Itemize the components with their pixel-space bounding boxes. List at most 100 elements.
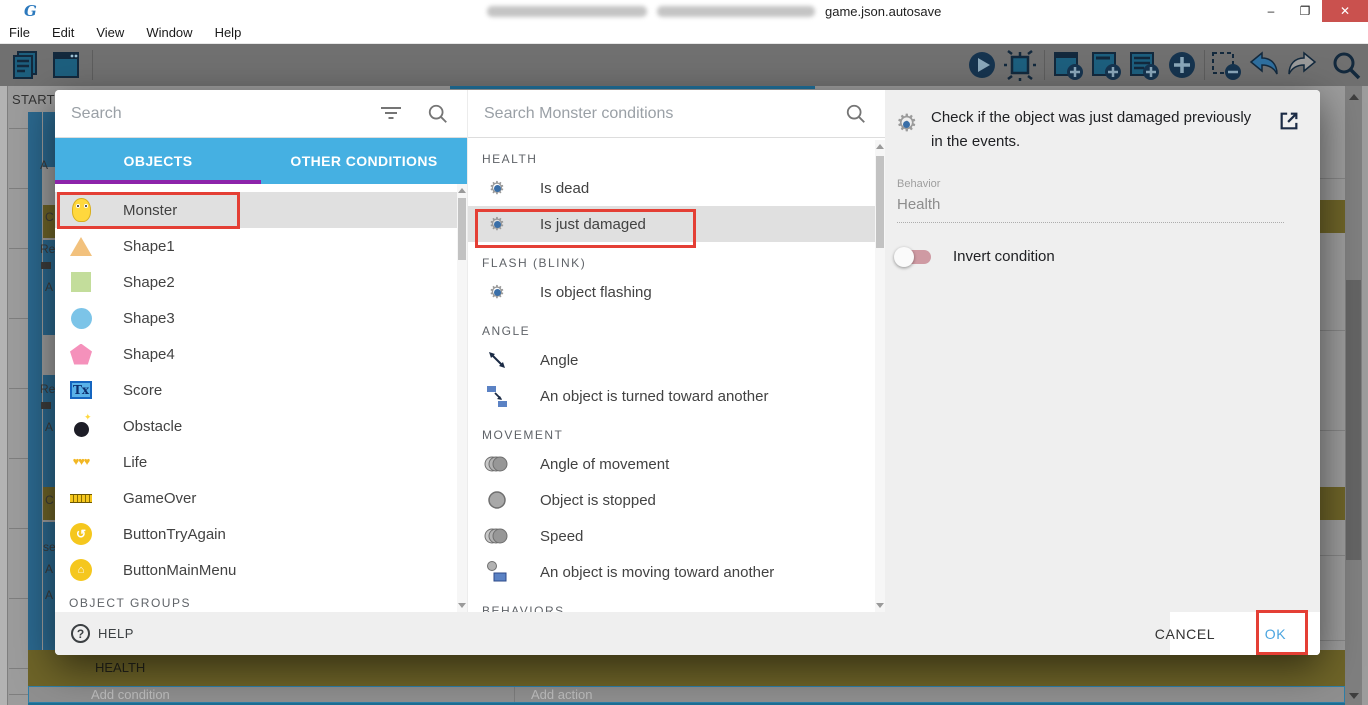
- menu-file[interactable]: File: [9, 25, 30, 40]
- toolbar-separator: [92, 50, 93, 80]
- close-button[interactable]: ✕: [1322, 0, 1368, 22]
- search-icon[interactable]: [845, 103, 867, 125]
- undo-icon[interactable]: [1248, 49, 1280, 81]
- behavior-field-underline: [897, 222, 1284, 223]
- cancel-button[interactable]: CANCEL: [1145, 612, 1225, 655]
- minimize-button[interactable]: –: [1254, 0, 1288, 22]
- scroll-down-arrow[interactable]: [458, 603, 466, 608]
- scroll-up-arrow[interactable]: [1349, 94, 1359, 100]
- scroll-thumb[interactable]: [458, 198, 466, 260]
- section-header-flash: FLASH (BLINK): [482, 256, 587, 270]
- condition-list-scrollbar[interactable]: [875, 140, 885, 612]
- menu-view[interactable]: View: [96, 25, 124, 40]
- event-text-fragment: Re: [40, 382, 56, 396]
- health-comment-bar[interactable]: [28, 650, 1345, 686]
- row-separator: [1320, 178, 1345, 179]
- condition-is-object-flashing[interactable]: ⚙ Is object flashing: [468, 274, 885, 310]
- scroll-down-arrow[interactable]: [876, 603, 884, 608]
- project-manager-icon[interactable]: [10, 49, 42, 81]
- object-search-input[interactable]: [55, 104, 381, 123]
- list-item-buttonmainmenu[interactable]: ⌂ ButtonMainMenu: [55, 552, 467, 588]
- condition-moving-toward[interactable]: An object is moving toward another: [468, 554, 885, 590]
- condition-is-just-damaged[interactable]: ⚙ Is just damaged: [468, 206, 885, 242]
- object-list-scrollbar[interactable]: [457, 184, 467, 612]
- search-icon[interactable]: [427, 103, 449, 125]
- add-external-events-icon[interactable]: [1090, 49, 1122, 81]
- menu-window[interactable]: Window: [146, 25, 192, 40]
- list-item-life[interactable]: ♥♥♥ Life: [55, 444, 467, 480]
- list-item-monster[interactable]: Monster: [55, 192, 467, 228]
- object-search-row: [55, 90, 467, 138]
- play-icon[interactable]: [966, 49, 998, 81]
- object-groups-header: OBJECT GROUPS: [69, 596, 191, 610]
- condition-search-row: [468, 90, 885, 138]
- scene-tab-label[interactable]: START: [12, 92, 55, 107]
- invert-condition-row: Invert condition: [894, 246, 1055, 267]
- scroll-thumb[interactable]: [1346, 280, 1361, 560]
- tree-line: [9, 458, 28, 459]
- menu-edit[interactable]: Edit: [52, 25, 74, 40]
- search-icon[interactable]: [1330, 49, 1362, 81]
- row-separator: [1320, 640, 1345, 641]
- condition-object-is-stopped[interactable]: Object is stopped: [468, 482, 885, 518]
- event-text-fragment: A: [45, 562, 54, 576]
- list-item-buttontryagain[interactable]: ↺ ButtonTryAgain: [55, 516, 467, 552]
- gameover-text-icon: [69, 485, 93, 511]
- list-item-shape2[interactable]: Shape2: [55, 264, 467, 300]
- angle-arrow-icon: [484, 347, 510, 373]
- list-item-shape4[interactable]: Shape4: [55, 336, 467, 372]
- scroll-up-arrow[interactable]: [876, 144, 884, 149]
- toggle-knob: [894, 246, 914, 267]
- circles-motion-icon: [484, 523, 510, 549]
- event-indent-bar: [28, 112, 42, 700]
- list-item-shape3[interactable]: Shape3: [55, 300, 467, 336]
- tab-other-conditions[interactable]: OTHER CONDITIONS: [261, 138, 467, 184]
- list-item-gameover[interactable]: GameOver: [55, 480, 467, 516]
- condition-angle-of-movement[interactable]: Angle of movement: [468, 446, 885, 482]
- scene-editor-icon[interactable]: [50, 49, 82, 81]
- redacted-title-segment: [657, 5, 815, 17]
- menu-help[interactable]: Help: [215, 25, 242, 40]
- behavior-field-value[interactable]: Health: [897, 196, 940, 213]
- add-external-layout-icon[interactable]: [1128, 49, 1160, 81]
- tree-line: [9, 528, 28, 529]
- square-icon: [69, 269, 93, 295]
- open-in-new-icon[interactable]: [1278, 110, 1300, 132]
- redo-icon[interactable]: [1286, 49, 1318, 81]
- list-item-score[interactable]: Tx Score: [55, 372, 467, 408]
- tree-line: [9, 248, 28, 249]
- condition-search-input[interactable]: [468, 104, 845, 123]
- add-object-icon[interactable]: [1166, 49, 1198, 81]
- add-action-button[interactable]: Add action: [514, 687, 592, 702]
- ok-button[interactable]: OK: [1253, 612, 1298, 655]
- debug-icon[interactable]: [1004, 49, 1036, 81]
- condition-speed[interactable]: Speed: [468, 518, 885, 554]
- bomb-icon: [69, 412, 93, 439]
- list-item-shape1[interactable]: Shape1: [55, 228, 467, 264]
- scroll-thumb[interactable]: [876, 156, 884, 248]
- triangle-icon: [69, 233, 93, 259]
- row-separator: [1320, 330, 1345, 331]
- comment-fragment: [1320, 200, 1345, 233]
- toolbar-separator: [1044, 50, 1045, 80]
- comment-fragment: [1320, 487, 1345, 520]
- add-condition-button[interactable]: Add condition: [29, 687, 514, 702]
- add-scene-icon[interactable]: [1052, 49, 1084, 81]
- invert-condition-toggle[interactable]: [894, 246, 931, 267]
- scroll-up-arrow[interactable]: [458, 188, 466, 193]
- condition-turned-toward[interactable]: An object is turned toward another: [468, 378, 885, 414]
- condition-is-dead[interactable]: ⚙ Is dead: [468, 170, 885, 206]
- section-header-angle: ANGLE: [482, 324, 531, 338]
- sheet-scrollbar[interactable]: [1345, 86, 1362, 705]
- help-button[interactable]: ? HELP: [71, 624, 134, 643]
- remove-icon[interactable]: [1210, 49, 1242, 81]
- list-item-obstacle[interactable]: Obstacle: [55, 408, 467, 444]
- tree-line: [9, 318, 28, 319]
- restore-button[interactable]: ❐: [1288, 0, 1322, 22]
- tab-objects[interactable]: OBJECTS: [55, 138, 261, 184]
- event-text-fragment: C: [45, 493, 54, 507]
- scroll-down-arrow[interactable]: [1349, 693, 1359, 699]
- condition-angle[interactable]: Angle: [468, 342, 885, 378]
- row-separator: [1320, 555, 1345, 556]
- filter-icon[interactable]: [381, 106, 401, 121]
